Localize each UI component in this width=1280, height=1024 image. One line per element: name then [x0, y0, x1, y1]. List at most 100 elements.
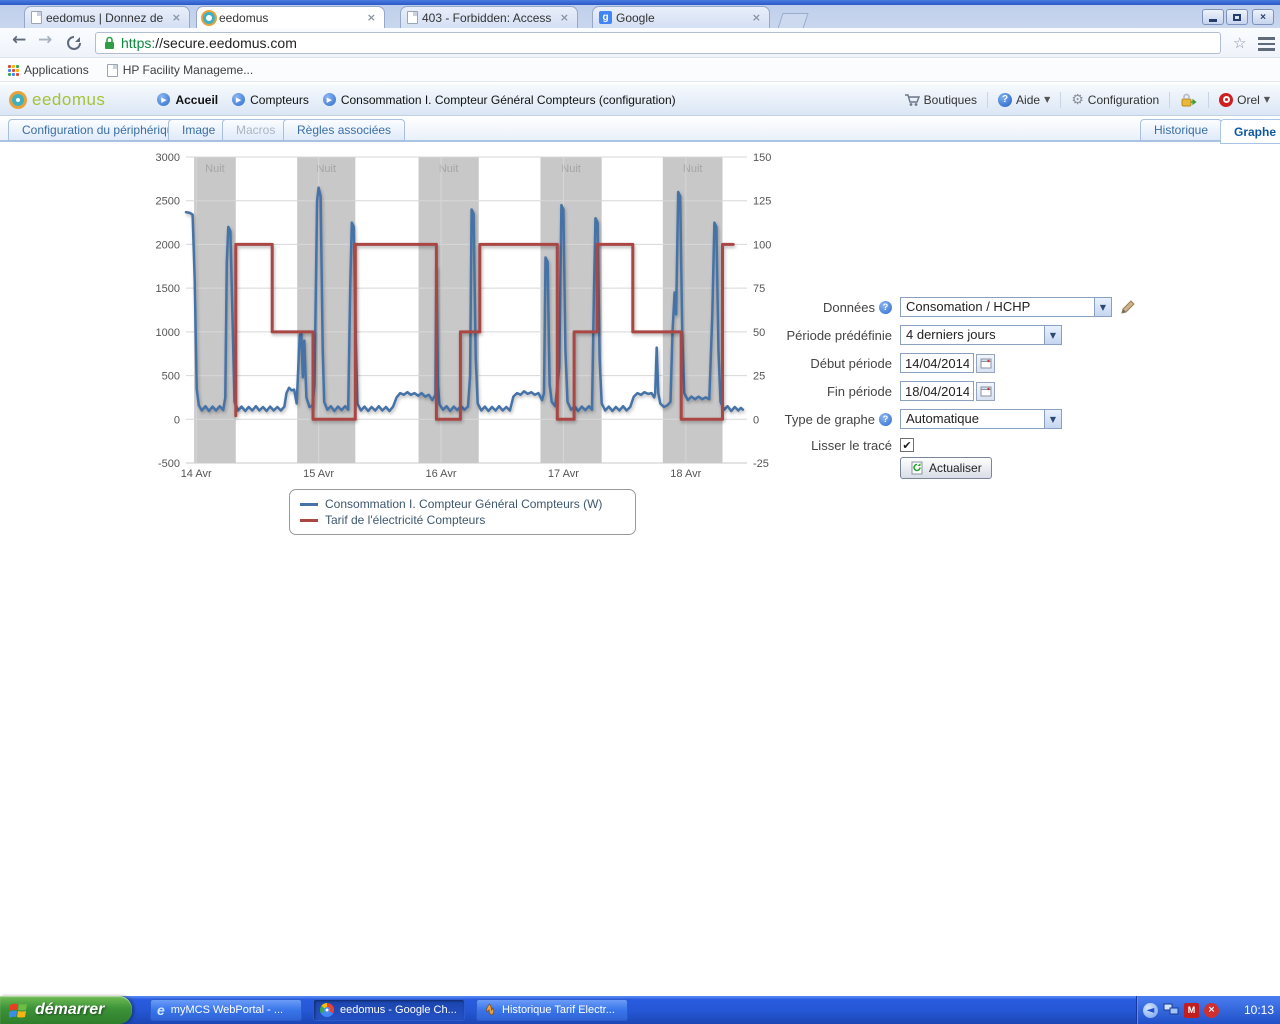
start-button[interactable]: démarrer: [0, 996, 132, 1024]
tab-image[interactable]: Image: [168, 119, 229, 141]
breadcrumb-label: Accueil: [175, 93, 218, 107]
fin-date-input[interactable]: [900, 381, 974, 401]
type-graphe-label: Type de graphe: [785, 412, 875, 427]
task-label: Historique Tarif Electr...: [502, 1004, 615, 1016]
y-left-tick-label: -500: [158, 458, 180, 470]
legend-swatch-red: [300, 519, 318, 522]
form-row-lisser: Lisser le tracé ✔: [790, 434, 914, 456]
close-tab-icon[interactable]: ×: [170, 11, 183, 24]
legend-item-consommation[interactable]: Consommation I. Compteur Général Compteu…: [300, 496, 625, 512]
minimize-button[interactable]: [1202, 9, 1224, 25]
bookmarks-bar: Applications HP Facility Manageme...: [0, 59, 1280, 82]
lisser-checkbox[interactable]: ✔: [900, 438, 914, 452]
address-bar[interactable]: https://secure.eedomus.com: [95, 32, 1221, 54]
form-row-fin: Fin période: [790, 380, 995, 402]
close-tab-icon[interactable]: ×: [558, 11, 571, 24]
night-plot-band: [194, 157, 236, 463]
chevron-down-icon: ▼: [1094, 298, 1111, 316]
tab-title: eedomus: [219, 11, 361, 25]
x-tick-label: 16 Avr: [426, 468, 457, 480]
edit-pencil-icon[interactable]: [1119, 299, 1136, 316]
tab-configuration-peripherique[interactable]: Configuration du périphérique: [8, 119, 194, 141]
tray-chevron-icon[interactable]: ◄: [1143, 1003, 1158, 1018]
eedomus-favicon-icon: [203, 12, 215, 24]
aide-button[interactable]: ? Aide ▼: [998, 93, 1050, 107]
tab-regles-associees[interactable]: Règles associées: [283, 119, 405, 141]
cart-icon: [904, 93, 920, 107]
night-band-label: Nuit: [205, 163, 225, 175]
arrow-ball-icon: ▶: [157, 93, 170, 106]
breadcrumb-accueil[interactable]: ▶ Accueil: [157, 93, 218, 107]
taskbar-item-mymcs[interactable]: e myMCS WebPortal - ...: [150, 999, 302, 1021]
tab-title: eedomus | Donnez de l'intelli: [46, 11, 166, 25]
aide-label: Aide: [1016, 93, 1040, 107]
apps-shortcut[interactable]: Applications: [8, 63, 89, 77]
tab-graphe-active[interactable]: Graphe: [1220, 119, 1280, 144]
type-graphe-select[interactable]: Automatique ▼: [900, 409, 1062, 429]
breadcrumb-label: Consommation I. Compteur Général Compteu…: [341, 93, 676, 107]
url-scheme: https:: [121, 35, 155, 51]
browser-tab-4[interactable]: g Google ×: [592, 6, 770, 28]
browser-tab-1[interactable]: eedomus | Donnez de l'intelli ×: [24, 6, 190, 28]
network-icon[interactable]: [1163, 1003, 1179, 1017]
browser-tab-2-active[interactable]: eedomus ×: [196, 6, 385, 28]
donnees-value: Consomation / HCHP: [901, 298, 1094, 316]
close-tab-icon[interactable]: ×: [365, 11, 378, 24]
periode-value: 4 derniers jours: [901, 326, 1044, 344]
calendar-button[interactable]: [976, 354, 995, 373]
legend-item-tarif[interactable]: Tarif de l'électricité Compteurs: [300, 512, 625, 528]
y-left-tick-label: 500: [162, 371, 180, 383]
security-alert-icon[interactable]: ×: [1204, 1003, 1219, 1018]
tab-macros[interactable]: Macros: [222, 119, 289, 141]
consumption-chart: NuitNuitNuitNuitNuit30001502500125200010…: [140, 148, 780, 493]
taskbar-item-historique-tarif[interactable]: Historique Tarif Electr...: [476, 999, 628, 1021]
close-button[interactable]: ×: [1252, 9, 1274, 25]
new-tab-button[interactable]: [777, 13, 808, 29]
donnees-select[interactable]: Consomation / HCHP ▼: [900, 297, 1112, 317]
configuration-button[interactable]: ⚙ Configuration: [1071, 92, 1159, 108]
bookmark-item[interactable]: HP Facility Manageme...: [107, 63, 254, 77]
breadcrumb: ▶ Accueil ▶ Compteurs ▶ Consommation I. …: [157, 93, 675, 107]
night-band-label: Nuit: [561, 163, 581, 175]
tab-title: Google: [616, 11, 746, 25]
breadcrumb-compteurs[interactable]: ▶ Compteurs: [232, 93, 309, 107]
user-menu-button[interactable]: Orel ▼: [1219, 93, 1270, 107]
taskbar-item-eedomus[interactable]: eedomus - Google Ch...: [313, 999, 465, 1021]
header-menu: Boutiques ? Aide ▼ ⚙ Configuration Orel …: [904, 92, 1270, 108]
chrome-menu-icon[interactable]: [1258, 37, 1275, 51]
https-padlock-icon: [104, 36, 115, 50]
boutiques-button[interactable]: Boutiques: [904, 93, 977, 107]
bookmark-star-icon[interactable]: ☆: [1233, 34, 1246, 52]
orange-document-icon: [483, 1003, 496, 1017]
reload-icon[interactable]: [66, 35, 82, 51]
y-left-tick-label: 1000: [156, 327, 180, 339]
night-band-label: Nuit: [316, 163, 336, 175]
periode-label: Période prédéfinie: [786, 328, 892, 343]
lock-icon[interactable]: [1180, 92, 1198, 108]
tab-historique[interactable]: Historique: [1140, 119, 1222, 141]
start-label: démarrer: [35, 1001, 104, 1019]
y-right-tick-label: 150: [753, 152, 771, 164]
arrow-ball-icon: ▶: [232, 93, 245, 106]
night-plot-band: [297, 157, 355, 463]
back-icon[interactable]: ←: [12, 30, 26, 50]
internet-explorer-icon: e: [157, 1002, 165, 1018]
debut-label: Début période: [810, 356, 892, 371]
system-tray: ◄ M × 10:13: [1136, 996, 1280, 1024]
help-icon[interactable]: ?: [879, 413, 892, 426]
close-tab-icon[interactable]: ×: [750, 11, 763, 24]
calendar-button[interactable]: [976, 382, 995, 401]
help-icon[interactable]: ?: [879, 301, 892, 314]
user-label: Orel: [1237, 93, 1260, 107]
browser-tab-3[interactable]: 403 - Forbidden: Access is d ×: [400, 6, 578, 28]
restore-button[interactable]: [1226, 9, 1248, 25]
mcafee-icon[interactable]: M: [1184, 1003, 1199, 1018]
forward-icon[interactable]: →: [38, 30, 52, 50]
eedomus-logo[interactable]: eedomus: [12, 90, 105, 110]
periode-select[interactable]: 4 derniers jours ▼: [900, 325, 1062, 345]
chevron-down-icon: ▼: [1044, 95, 1050, 104]
actualiser-button[interactable]: Actualiser: [900, 457, 992, 479]
debut-date-input[interactable]: [900, 353, 974, 373]
breadcrumb-device[interactable]: ▶ Consommation I. Compteur Général Compt…: [323, 93, 676, 107]
eedomus-logo-icon: [12, 94, 24, 106]
